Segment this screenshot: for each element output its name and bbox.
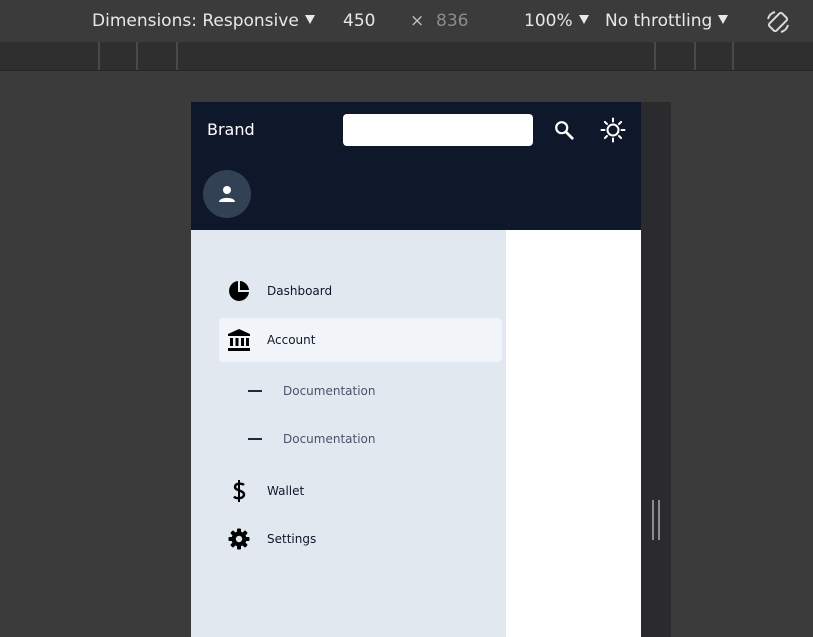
avatar[interactable] <box>203 170 251 218</box>
dash-icon <box>248 390 262 392</box>
search-icon[interactable] <box>553 119 575 141</box>
brand-logo[interactable]: Brand <box>207 120 255 140</box>
throttling-dropdown[interactable]: No throttling <box>605 0 729 42</box>
dimension-separator: × <box>410 0 424 42</box>
height-value: 836 <box>436 11 469 31</box>
pie-chart-icon <box>229 281 249 301</box>
ruler-tick[interactable] <box>136 42 138 70</box>
ruler-tick[interactable] <box>98 42 100 70</box>
sidebar-item-label: Account <box>267 333 316 347</box>
app-header: Brand <box>191 102 641 230</box>
ruler-tick[interactable] <box>732 42 734 70</box>
sidebar: Dashboard Account Documentation Document… <box>191 230 506 637</box>
dimensions-dropdown[interactable]: Dimensions: Responsive <box>92 0 315 42</box>
sidebar-subitem-documentation[interactable]: Documentation <box>219 371 502 411</box>
ruler-tick[interactable] <box>654 42 656 70</box>
sidebar-subitem-label: Documentation <box>283 432 376 446</box>
sidebar-item-wallet[interactable]: Wallet <box>219 469 502 513</box>
ruler-tick[interactable] <box>694 42 696 70</box>
dimensions-label: Dimensions: Responsive <box>92 11 299 31</box>
chevron-down-icon <box>578 15 589 24</box>
chevron-down-icon <box>718 15 729 24</box>
resize-gutter <box>641 102 671 637</box>
sidebar-item-account[interactable]: Account <box>219 318 502 362</box>
sidebar-item-label: Wallet <box>267 484 305 498</box>
sidebar-subitem-documentation[interactable]: Documentation <box>219 419 502 459</box>
width-input[interactable]: 450 <box>343 0 375 42</box>
zoom-label: 100% <box>524 11 573 31</box>
sidebar-item-settings[interactable]: Settings <box>219 517 502 561</box>
sidebar-item-dashboard[interactable]: Dashboard <box>219 269 502 313</box>
bank-icon <box>228 329 250 351</box>
search-input[interactable] <box>343 114 533 146</box>
rotate-device-icon[interactable] <box>764 8 792 36</box>
media-query-ruler <box>0 42 813 71</box>
height-input[interactable]: 836 <box>436 0 468 42</box>
sidebar-item-label: Dashboard <box>267 284 333 298</box>
throttling-label: No throttling <box>605 11 713 31</box>
ruler-tick[interactable] <box>176 42 178 70</box>
emulated-viewport: Brand Dashboard Account Documentation Do… <box>191 102 641 637</box>
width-value: 450 <box>343 11 376 31</box>
sidebar-subitem-label: Documentation <box>283 384 376 398</box>
times-symbol: × <box>410 11 425 31</box>
dollar-icon <box>233 480 246 502</box>
sidebar-item-label: Settings <box>267 532 317 546</box>
sun-icon[interactable] <box>600 117 626 143</box>
device-toolbar: Dimensions: Responsive 450 × 836 100% No… <box>0 0 813 42</box>
resize-handle[interactable] <box>652 500 660 540</box>
dash-icon <box>248 438 262 440</box>
user-icon <box>219 186 235 202</box>
gear-icon <box>228 528 250 550</box>
chevron-down-icon <box>304 15 315 24</box>
zoom-dropdown[interactable]: 100% <box>524 0 589 42</box>
